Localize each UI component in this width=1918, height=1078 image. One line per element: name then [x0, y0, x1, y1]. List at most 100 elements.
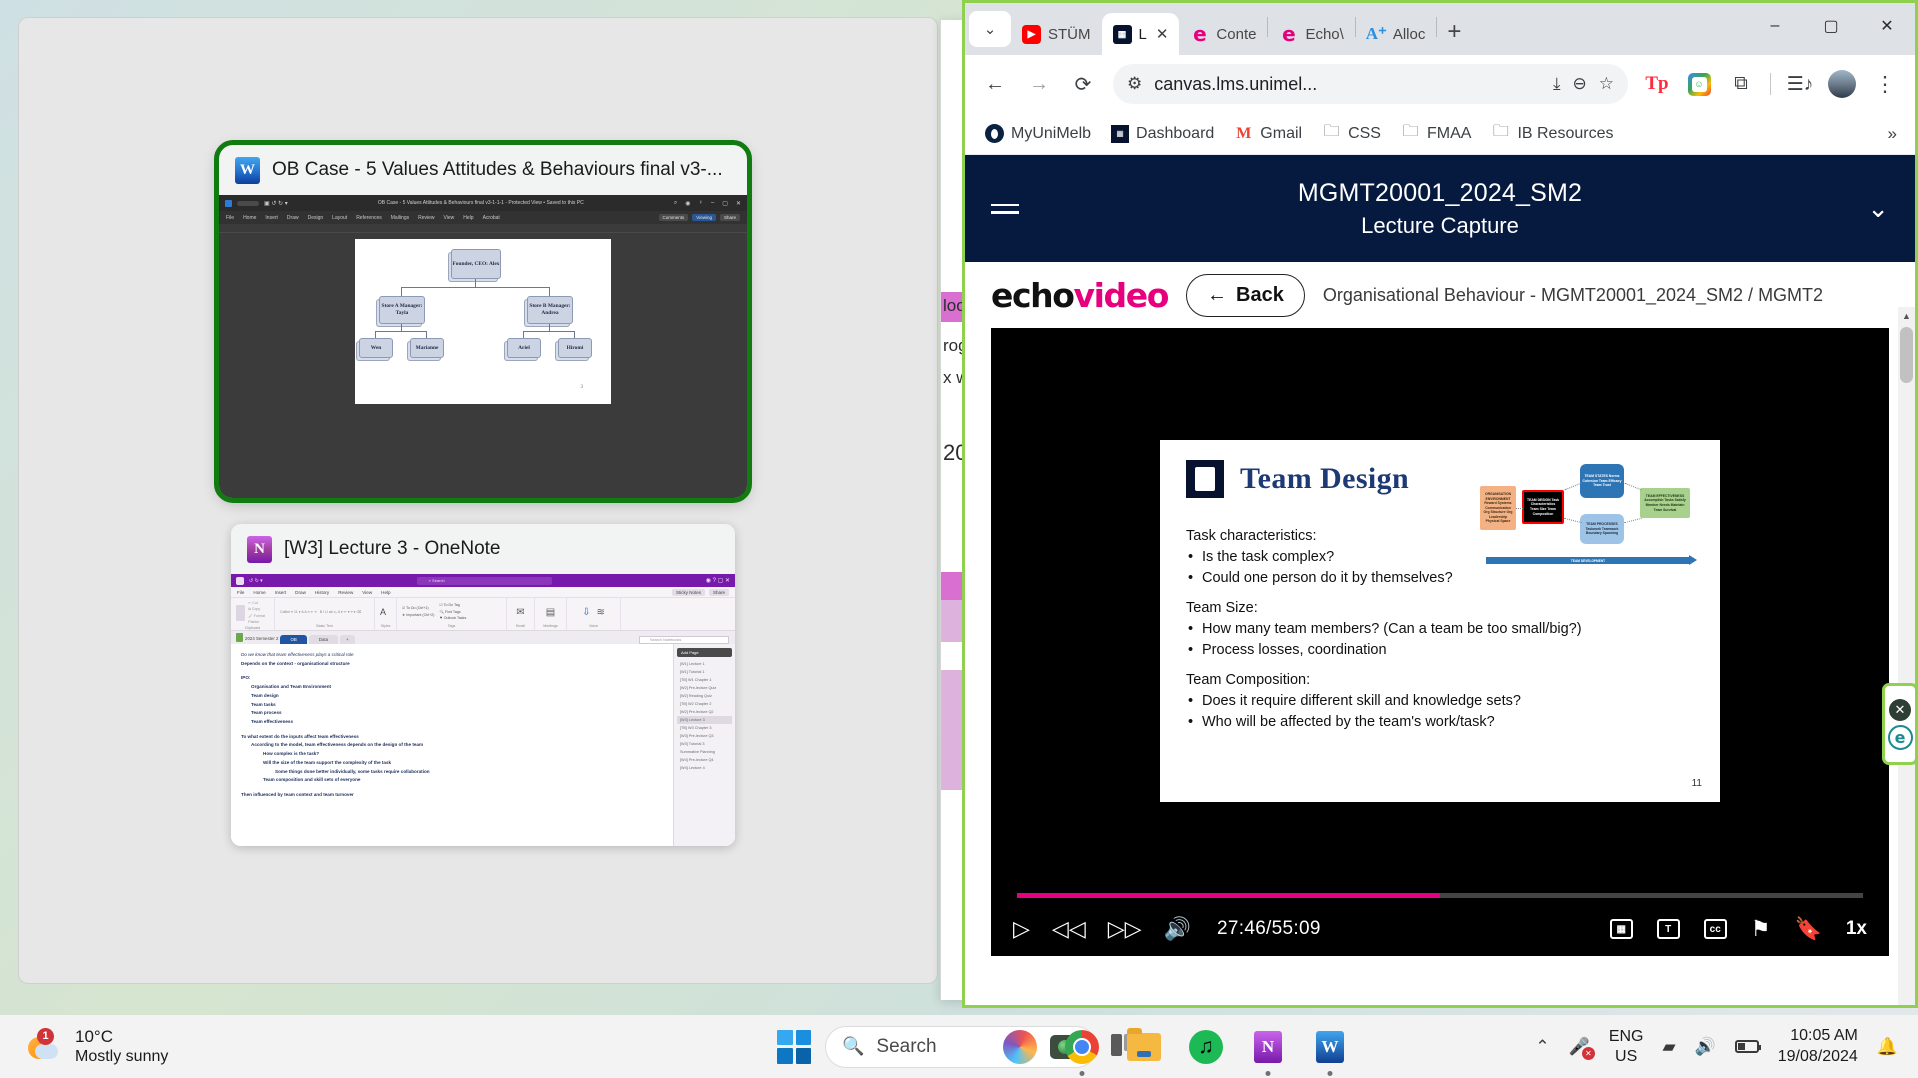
window-card-onenote[interactable]: N [W3] Lecture 3 - OneNote ↺ ↻ ▾ ⌕ Searc…: [231, 524, 735, 846]
taskbar-app-spotify[interactable]: ♫: [1186, 1027, 1226, 1067]
onenote-page-item[interactable]: [TB] W3 Chapter 3: [677, 724, 732, 732]
onenote-page-item[interactable]: [W2] Reading Quiz: [677, 692, 732, 700]
video-player[interactable]: Team Design ORGANISATION ENVIRONMENT Rew…: [991, 328, 1889, 956]
volume-button[interactable]: 🔊: [1164, 916, 1191, 942]
volume-icon[interactable]: 🔊: [1695, 1037, 1716, 1057]
echo360-logo-icon[interactable]: e: [1887, 724, 1913, 750]
browser-tab-stum[interactable]: ▶ STÜM: [1011, 13, 1102, 55]
transcript-button[interactable]: T: [1656, 919, 1680, 939]
tray-overflow-icon[interactable]: ⌃: [1535, 1037, 1549, 1057]
onenote-page-item[interactable]: [TB] W2 Chapter 2: [677, 700, 732, 708]
close-icon[interactable]: ✕: [1889, 698, 1911, 721]
onenote-page-item[interactable]: [W4] Lecture 4: [677, 764, 732, 772]
fast-forward-button[interactable]: ▷▷: [1108, 916, 1142, 942]
avatar[interactable]: [1823, 65, 1861, 103]
onenote-page-item[interactable]: [W2] Pre-lecture Q2: [677, 708, 732, 716]
tune-icon[interactable]: ⚙: [1127, 74, 1142, 94]
progress-bar-wrapper[interactable]: [991, 893, 1889, 898]
start-button[interactable]: [777, 1029, 811, 1064]
taskbar-app-onenote[interactable]: N: [1248, 1027, 1288, 1076]
maximize-button[interactable]: ▢: [1803, 3, 1859, 49]
onenote-menu-insert: Insert: [274, 589, 287, 595]
onenote-add-page-button[interactable]: Add Page: [677, 648, 732, 657]
reload-button[interactable]: ⟳: [1063, 64, 1103, 104]
progress-track[interactable]: [1017, 893, 1863, 898]
battery-icon[interactable]: [1734, 1040, 1761, 1053]
language-code: ENG: [1608, 1028, 1644, 1046]
three-dot-menu-icon[interactable]: ⋮: [1865, 64, 1905, 104]
bookmark-fmaa[interactable]: 🗀 FMAA: [1395, 120, 1477, 147]
onenote-page-item[interactable]: [W1] Tutorial 1: [677, 668, 732, 676]
star-icon[interactable]: ☆: [1599, 74, 1614, 94]
address-bar[interactable]: ⚙ canvas.lms.unimel... ⤓ ⊖ ☆: [1113, 64, 1628, 104]
browser-tab-lecture-capture[interactable]: ▦ L ✕: [1101, 13, 1180, 55]
onenote-page-item-selected[interactable]: [W3] Lecture 3: [677, 716, 732, 724]
play-button[interactable]: ▷: [1013, 916, 1030, 942]
taskbar-app-chrome[interactable]: [1062, 1027, 1102, 1076]
microphone-muted-icon[interactable]: 🎤 ✕: [1569, 1037, 1595, 1060]
onenote-page-item[interactable]: [W3] Tutorial 3: [677, 740, 732, 748]
browser-tab-allocate[interactable]: A⁺ Alloc: [1356, 13, 1437, 55]
bookmark-myunimelb[interactable]: MyUniMelb: [979, 120, 1097, 147]
onenote-tab-ob[interactable]: OB: [280, 635, 307, 644]
page-scrollbar[interactable]: ▲ ▼: [1898, 307, 1915, 1005]
tab-close-icon[interactable]: ✕: [1156, 25, 1169, 43]
closed-captions-button[interactable]: cc: [1703, 919, 1727, 939]
browser-tab-content[interactable]: e Conte: [1179, 13, 1267, 55]
taskbar-app-word[interactable]: W: [1310, 1027, 1350, 1076]
back-button[interactable]: ← Back: [1186, 273, 1305, 317]
bookmarks-overflow-icon[interactable]: »: [1888, 124, 1901, 144]
install-app-icon[interactable]: ⤓: [1553, 74, 1561, 94]
flag-button[interactable]: ⚑: [1751, 916, 1771, 942]
playback-speed-button[interactable]: 1x: [1846, 918, 1867, 940]
language-indicator[interactable]: ENG US: [1609, 1027, 1644, 1065]
bookmark-button[interactable]: 🔖: [1794, 916, 1821, 942]
onenote-page-item[interactable]: [W1] Lecture 1: [677, 660, 732, 668]
rewind-button[interactable]: ◁◁: [1052, 916, 1086, 942]
forward-button[interactable]: →: [1019, 64, 1059, 104]
clock-time: 10:05 AM: [1790, 1026, 1858, 1044]
onenote-tab-add[interactable]: +: [340, 635, 355, 644]
bookmark-ib-resources[interactable]: 🗀 IB Resources: [1485, 120, 1619, 147]
taskbar-app-file-explorer[interactable]: [1124, 1027, 1164, 1067]
bookmark-label: IB Resources: [1517, 124, 1614, 142]
bookmark-css[interactable]: 🗀 CSS: [1316, 120, 1387, 147]
onenote-page-item[interactable]: [W2] Pre-lecture Quiz: [677, 684, 732, 692]
onenote-notebook-name[interactable]: 2024 Semester 2: [245, 636, 278, 641]
onenote-page-item[interactable]: [TB] W1 Chapter 1: [677, 676, 732, 684]
onenote-tab-data[interactable]: Data: [308, 635, 339, 644]
wifi-icon[interactable]: ▰: [1663, 1037, 1676, 1057]
weather-widget[interactable]: 1 10°C Mostly sunny: [0, 1026, 168, 1067]
onenote-page-list[interactable]: Add Page [W1] Lecture 1 [W1] Tutorial 1 …: [673, 644, 735, 846]
window-card-word[interactable]: W OB Case - 5 Values Attitudes & Behavio…: [214, 140, 752, 503]
new-tab-button[interactable]: +: [1437, 15, 1471, 49]
bookmark-gmail[interactable]: M Gmail: [1228, 120, 1308, 147]
bell-icon[interactable]: 🔔: [1877, 1037, 1898, 1057]
close-button[interactable]: ✕: [1859, 3, 1915, 49]
onenote-page-item[interactable]: Summative Planning: [677, 748, 732, 756]
zoom-out-icon[interactable]: ⊖: [1573, 74, 1587, 94]
echo360-floating-widget[interactable]: ✕ e: [1882, 683, 1918, 765]
extension-toolpad-icon[interactable]: Tp: [1638, 65, 1676, 103]
chevron-down-icon[interactable]: ⌄: [1867, 193, 1889, 224]
back-button[interactable]: ←: [975, 64, 1015, 104]
scroll-up-arrow-icon[interactable]: ▲: [1898, 307, 1915, 324]
onenote-page-item[interactable]: [W3] Pre-lecture Q3: [677, 732, 732, 740]
onenote-notes-list[interactable]: Do we know that team effectiveness plays…: [231, 644, 673, 846]
onenote-page-item[interactable]: [W4] Pre-lecture Q4: [677, 756, 732, 764]
extensions-puzzle-icon[interactable]: ⧉: [1722, 65, 1760, 103]
scrollbar-thumb[interactable]: [1900, 327, 1913, 383]
browser-tab-echo[interactable]: e Echo\: [1268, 13, 1354, 55]
minimize-button[interactable]: –: [1747, 3, 1803, 49]
extension-todoist-icon[interactable]: ☺: [1680, 65, 1718, 103]
tab-search-icon[interactable]: ⌄: [969, 11, 1011, 47]
diagram-box-team-states: TEAM STATES Norms Cohesion Team Efficacy…: [1580, 464, 1624, 498]
note-line: Team composition and skill sets of every…: [263, 777, 361, 783]
bookmark-dashboard[interactable]: ▦ Dashboard: [1105, 121, 1220, 147]
clock[interactable]: 10:05 AM 19/08/2024: [1778, 1026, 1858, 1068]
media-playlist-icon[interactable]: ☰♪: [1781, 65, 1819, 103]
taskbar-app-copilot[interactable]: [1000, 1027, 1040, 1067]
slides-view-button[interactable]: ▦: [1609, 919, 1633, 939]
onenote-notebook-search[interactable]: Search Notebooks: [639, 636, 729, 644]
onenote-search-box[interactable]: ⌕ Search: [416, 576, 552, 585]
